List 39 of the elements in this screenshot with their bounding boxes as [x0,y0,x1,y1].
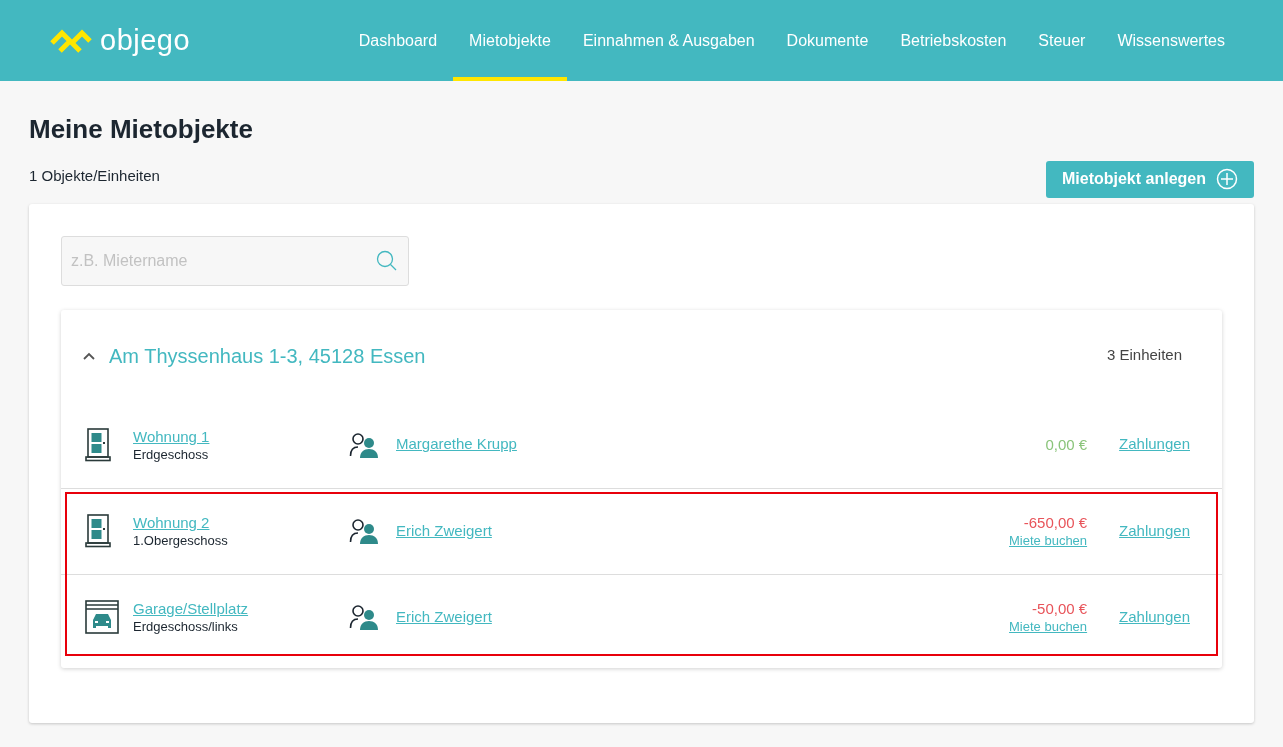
tenant-link[interactable]: Erich Zweigert [396,519,492,543]
logo-icon [50,28,92,53]
tenant-link[interactable]: Erich Zweigert [396,605,492,629]
unit-link[interactable]: Wohnung 2 [133,513,210,533]
nav-tab[interactable]: Einnahmen & Ausgaben [566,0,771,81]
property-address[interactable]: Am Thyssenhaus 1-3, 45128 Essen [109,340,426,371]
tenants-icon [349,518,379,544]
tenant-link[interactable]: Margarethe Krupp [396,433,517,456]
book-rent-link[interactable]: Miete buchen [1009,619,1088,635]
nav-tab[interactable]: Wissenswertes [1101,0,1241,81]
logo-text: objego [100,22,191,58]
add-property-button[interactable]: Mietobjekt anlegen [1045,160,1254,198]
nav-tab[interactable]: Mietobjekte [453,0,567,81]
payments-link[interactable]: Zahlungen [1119,433,1190,456]
balance-amount: -50,00 € [1032,599,1088,619]
tenants-icon [349,431,379,458]
unit-floor: Erdgeschoss/links [133,619,238,635]
unit-floor: 1.Obergeschoss [133,533,228,549]
nav-tab[interactable]: Steuer [1022,0,1102,81]
unit-link[interactable]: Wohnung 1 [133,426,210,447]
payments-link[interactable]: Zahlungen [1119,519,1190,543]
payments-link[interactable]: Zahlungen [1119,605,1190,629]
unit-floor: Erdgeschoss [133,446,209,463]
object-count: 1 Objekte/Einheiten [29,166,161,186]
tenants-icon [349,604,379,630]
unit-link[interactable]: Garage/Stellplatz [133,599,249,619]
plus-circle-icon [1216,168,1238,190]
page-title: Meine Mietobjekte [29,113,253,145]
door-icon [85,427,111,462]
balance-amount: -650,00 € [1023,513,1088,533]
chevron-up-icon[interactable] [83,351,95,360]
door-icon [85,514,111,548]
book-rent-link[interactable]: Miete buchen [1009,533,1088,549]
balance-amount: 0,00 € [1045,434,1088,455]
nav-tab[interactable]: Dashboard [342,0,454,81]
garage-car-icon [85,600,119,634]
nav-tab[interactable]: Betriebskosten [884,0,1023,81]
units-count: 3 Einheiten [1106,345,1182,366]
nav-tab[interactable]: Dokumente [770,0,885,81]
